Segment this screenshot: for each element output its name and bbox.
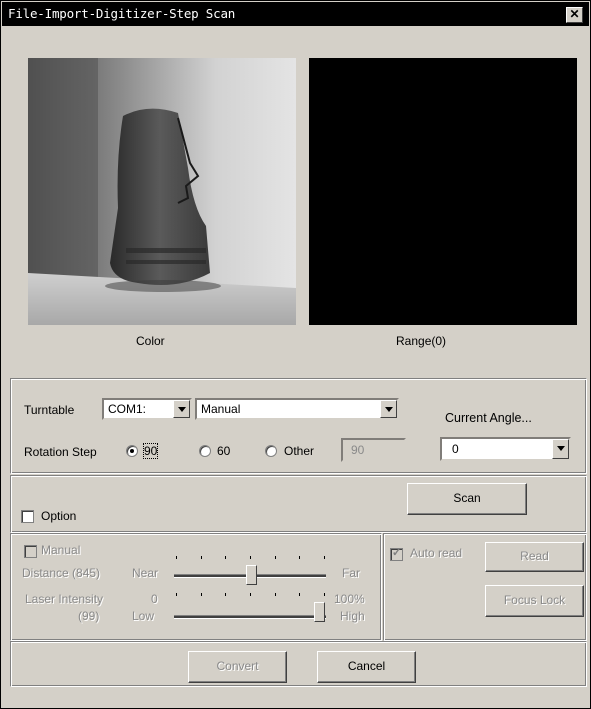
rotation-60-radio[interactable]	[199, 445, 211, 457]
rotation-other-label[interactable]: Other	[284, 444, 314, 458]
close-button[interactable]: ✕	[566, 7, 583, 23]
laser-value-label: (99)	[78, 609, 100, 623]
low-label: Low	[132, 609, 155, 623]
auto-read-label: Auto read	[410, 546, 463, 560]
scan-button[interactable]: Scan	[407, 483, 527, 515]
laser-max-label: 100%	[334, 592, 365, 606]
option-label: Option	[41, 509, 77, 523]
moai-statue-image	[28, 58, 296, 325]
manual-label: Manual	[41, 543, 81, 557]
rotation-90-radio[interactable]	[126, 445, 138, 457]
option-checkbox[interactable]	[21, 510, 34, 523]
port-select-value: COM1:	[108, 402, 147, 416]
port-select[interactable]: COM1:	[102, 398, 192, 420]
slider-tick	[176, 556, 177, 559]
focus-lock-button[interactable]: Focus Lock	[485, 585, 584, 617]
color-view	[28, 58, 296, 325]
chevron-down-icon[interactable]	[380, 400, 397, 418]
slider-tick	[274, 593, 276, 596]
slider-tick	[200, 593, 202, 596]
distance-slider[interactable]	[174, 553, 326, 585]
mode-select[interactable]: Manual	[195, 398, 399, 420]
read-button[interactable]: Read	[485, 542, 584, 572]
cancel-button[interactable]: Cancel	[317, 651, 416, 683]
slider-tick	[324, 593, 325, 596]
high-label: High	[340, 609, 365, 623]
slider-tick	[250, 593, 251, 596]
laser-intensity-slider[interactable]	[174, 590, 326, 622]
color-view-label: Color	[136, 334, 165, 348]
other-step-field[interactable]: 90	[341, 438, 406, 462]
range-view	[309, 58, 577, 325]
rotation-90-label[interactable]: 90	[142, 443, 159, 459]
chevron-down-icon[interactable]	[173, 400, 190, 418]
slider-tick	[225, 556, 227, 559]
convert-button[interactable]: Convert	[188, 651, 287, 683]
slider-tick	[324, 556, 325, 559]
chevron-down-icon[interactable]	[552, 439, 569, 459]
distance-slider-thumb[interactable]	[246, 565, 257, 585]
distance-label: Distance (845)	[22, 566, 101, 580]
rotation-60-label[interactable]: 60	[217, 444, 230, 458]
manual-checkbox[interactable]	[24, 545, 37, 558]
auto-read-checkbox[interactable]	[390, 546, 403, 561]
rotation-other-radio[interactable]	[265, 445, 277, 457]
slider-tick	[250, 556, 251, 559]
laser-intensity-label: Laser Intensity	[25, 592, 104, 606]
slider-tick	[176, 593, 177, 596]
laser-slider-track	[174, 615, 326, 619]
near-label: Near	[132, 566, 159, 580]
laser-slider-thumb[interactable]	[314, 602, 325, 622]
range-view-label: Range(0)	[396, 334, 447, 348]
current-angle-value: 0	[452, 442, 459, 456]
close-icon: ✕	[569, 7, 580, 21]
current-angle-select[interactable]: 0	[440, 437, 571, 461]
slider-tick	[225, 593, 227, 596]
dialog-window: File-Import-Digitizer-Step Scan ✕ Color …	[0, 0, 591, 709]
footer-panel	[10, 641, 587, 687]
rotation-step-label: Rotation Step	[24, 445, 97, 459]
slider-tick	[299, 593, 301, 596]
mode-select-value: Manual	[201, 402, 241, 416]
turntable-label: Turntable	[24, 403, 75, 417]
laser-min-label: 0	[151, 592, 158, 606]
far-label: Far	[342, 566, 360, 580]
slider-tick	[299, 556, 301, 559]
window-title: File-Import-Digitizer-Step Scan	[8, 6, 236, 21]
other-step-value: 90	[351, 443, 365, 457]
current-angle-label: Current Angle...	[445, 411, 532, 425]
slider-tick	[274, 556, 276, 559]
slider-tick	[200, 556, 202, 559]
title-bar[interactable]: File-Import-Digitizer-Step Scan ✕	[2, 2, 589, 26]
